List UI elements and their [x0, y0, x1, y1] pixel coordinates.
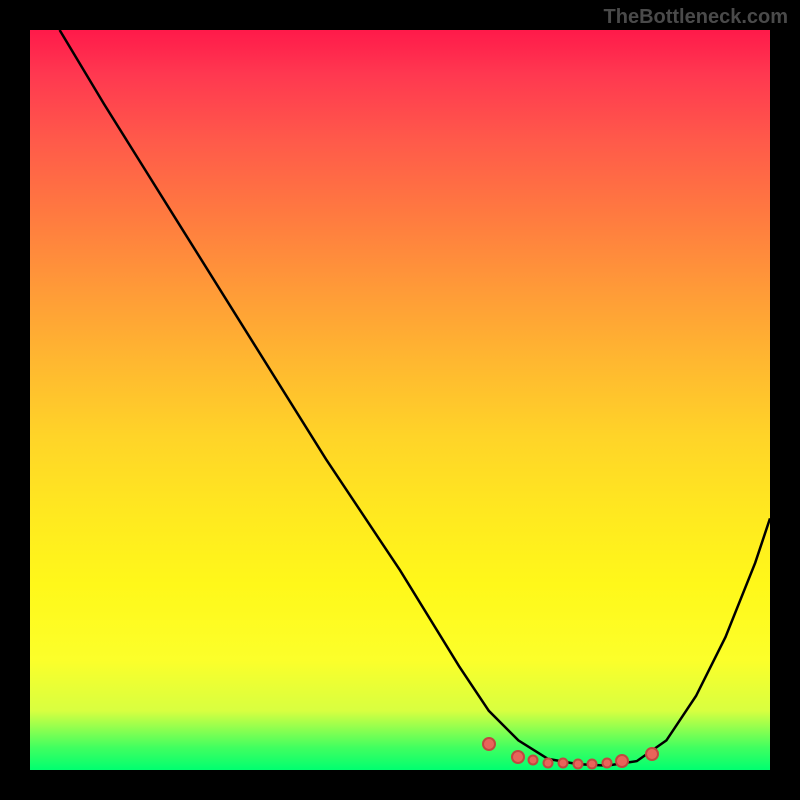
data-marker — [615, 754, 629, 768]
bottleneck-curve — [30, 30, 770, 770]
data-marker — [557, 758, 568, 769]
data-marker — [572, 759, 583, 770]
data-marker — [645, 747, 659, 761]
data-marker — [511, 750, 525, 764]
data-marker — [602, 758, 613, 769]
watermark-text: TheBottleneck.com — [604, 6, 788, 29]
data-marker — [587, 759, 598, 770]
data-marker — [543, 757, 554, 768]
data-marker — [482, 737, 496, 751]
data-marker — [528, 755, 539, 766]
